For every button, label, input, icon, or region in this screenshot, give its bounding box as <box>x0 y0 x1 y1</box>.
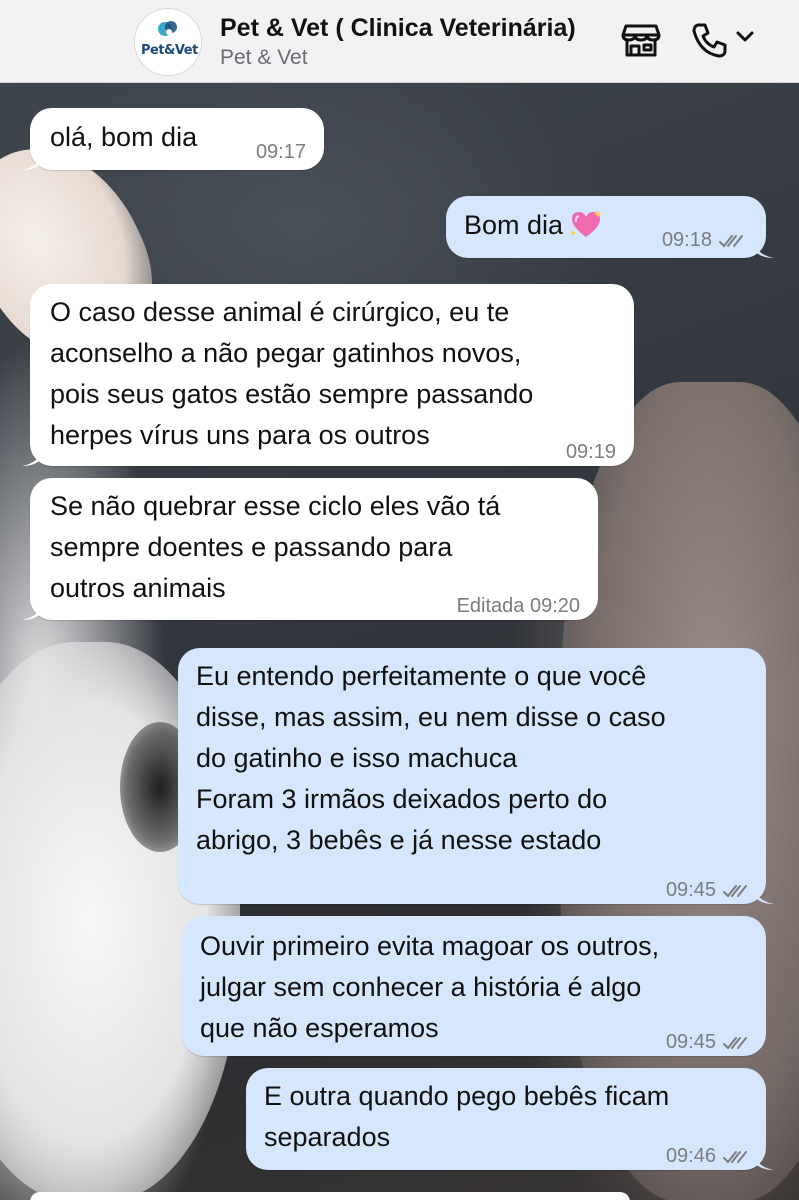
message-timestamp: 09:19 <box>565 441 616 463</box>
message-text-line: abrigo, 3 bebês e já nesse estado <box>196 825 602 855</box>
message-text-line: disse, mas assim, eu nem disse o caso <box>196 702 666 732</box>
message-timestamp: 09:18 <box>661 229 712 251</box>
message-text-line: julgar sem conhecer a história é algo <box>200 972 642 1002</box>
message-meta: 09:19 <box>566 432 616 473</box>
message-bubble-incoming[interactable]: Se não quebrar esse ciclo eles vão tá se… <box>22 478 598 620</box>
message-text-line: E outra quando pego bebês ficam <box>264 1081 670 1111</box>
bubble-tail <box>22 600 42 620</box>
message-text: olá, bom dia <box>50 122 198 152</box>
message-bubble-outgoing[interactable]: E outra quando pego bebês ficam separado… <box>246 1068 774 1170</box>
message-text-line: Ouvir primeiro evita magoar os outros, <box>200 931 660 961</box>
chat-subtitle[interactable]: Pet & Vet <box>220 46 308 70</box>
message-text-line: separados <box>264 1122 391 1152</box>
message-text-line: que não esperamos <box>200 1013 439 1043</box>
message-bubble-incoming[interactable]: olá, bom dia 09:17 <box>22 108 324 173</box>
message-bubble-incoming[interactable]: O caso desse animal é cirúrgico, eu te a… <box>22 284 634 466</box>
message-bubble-outgoing[interactable]: Bom dia 09:18 <box>446 196 774 261</box>
message-bubble-outgoing[interactable]: Ouvir primeiro evita magoar os outros, j… <box>182 916 766 1056</box>
bubble-tail <box>754 1150 774 1170</box>
message-meta: 09:46 <box>666 1136 748 1177</box>
bubble-tail <box>22 150 42 170</box>
message-text: Bom dia <box>464 205 603 246</box>
message-text-line: outros animais <box>50 573 226 603</box>
read-ticks-icon <box>723 884 747 897</box>
message-text-line: pois seus gatos estão sempre passando <box>50 379 534 409</box>
message-timestamp: Editada 09:20 <box>456 595 580 617</box>
message-text-content: Bom dia <box>464 210 564 240</box>
message-meta: Editada 09:20 <box>457 586 580 627</box>
message-text-line: do gatinho e isso machuca <box>196 743 518 773</box>
message-text-line: aconselho a não pegar gatinhos novos, <box>50 338 522 368</box>
read-ticks-icon <box>723 1036 747 1049</box>
message-text-line: sempre doentes e passando para <box>50 532 453 562</box>
bubble-tail <box>754 884 774 904</box>
pet-logo-icon <box>158 21 177 36</box>
chat-header: Pet&Vet Pet & Vet ( Clinica Veterinária)… <box>0 0 799 83</box>
avatar-logo-text: Pet&Vet <box>141 43 198 58</box>
message-time: 09:17 <box>256 132 306 173</box>
chevron-down-icon[interactable] <box>736 30 754 44</box>
phone-icon[interactable] <box>690 20 730 60</box>
bubble-tail <box>22 446 42 466</box>
contact-avatar[interactable]: Pet&Vet <box>134 8 202 76</box>
message-text-line: O caso desse animal é cirúrgico, eu te <box>50 297 510 327</box>
storefront-icon[interactable] <box>620 18 662 60</box>
read-ticks-icon <box>723 1150 747 1163</box>
message-timestamp: 09:45 <box>665 879 716 901</box>
chat-title[interactable]: Pet & Vet ( Clinica Veterinária) <box>220 14 576 43</box>
message-bubble-outgoing[interactable]: Eu entendo perfeitamente o que você diss… <box>178 648 774 904</box>
message-text-line: Foram 3 irmãos deixados perto do <box>196 784 608 814</box>
next-message-bubble-edge <box>30 1192 630 1200</box>
message-text-line: Se não quebrar esse ciclo eles vão tá <box>50 491 501 521</box>
message-timestamp: 09:45 <box>665 1031 716 1053</box>
bubble-tail <box>754 238 774 258</box>
message-timestamp: 09:46 <box>665 1145 716 1167</box>
message-text-line: herpes vírus uns para os outros <box>50 420 430 450</box>
message-meta: 09:45 <box>666 870 748 911</box>
message-text-line: Eu entendo perfeitamente o que você <box>196 661 647 691</box>
message-meta: 09:18 <box>662 220 744 261</box>
read-ticks-icon <box>719 234 743 247</box>
message-meta: 09:45 <box>666 1022 748 1063</box>
message-timestamp: 09:17 <box>255 141 306 163</box>
sparkling-heart-emoji <box>570 210 603 237</box>
